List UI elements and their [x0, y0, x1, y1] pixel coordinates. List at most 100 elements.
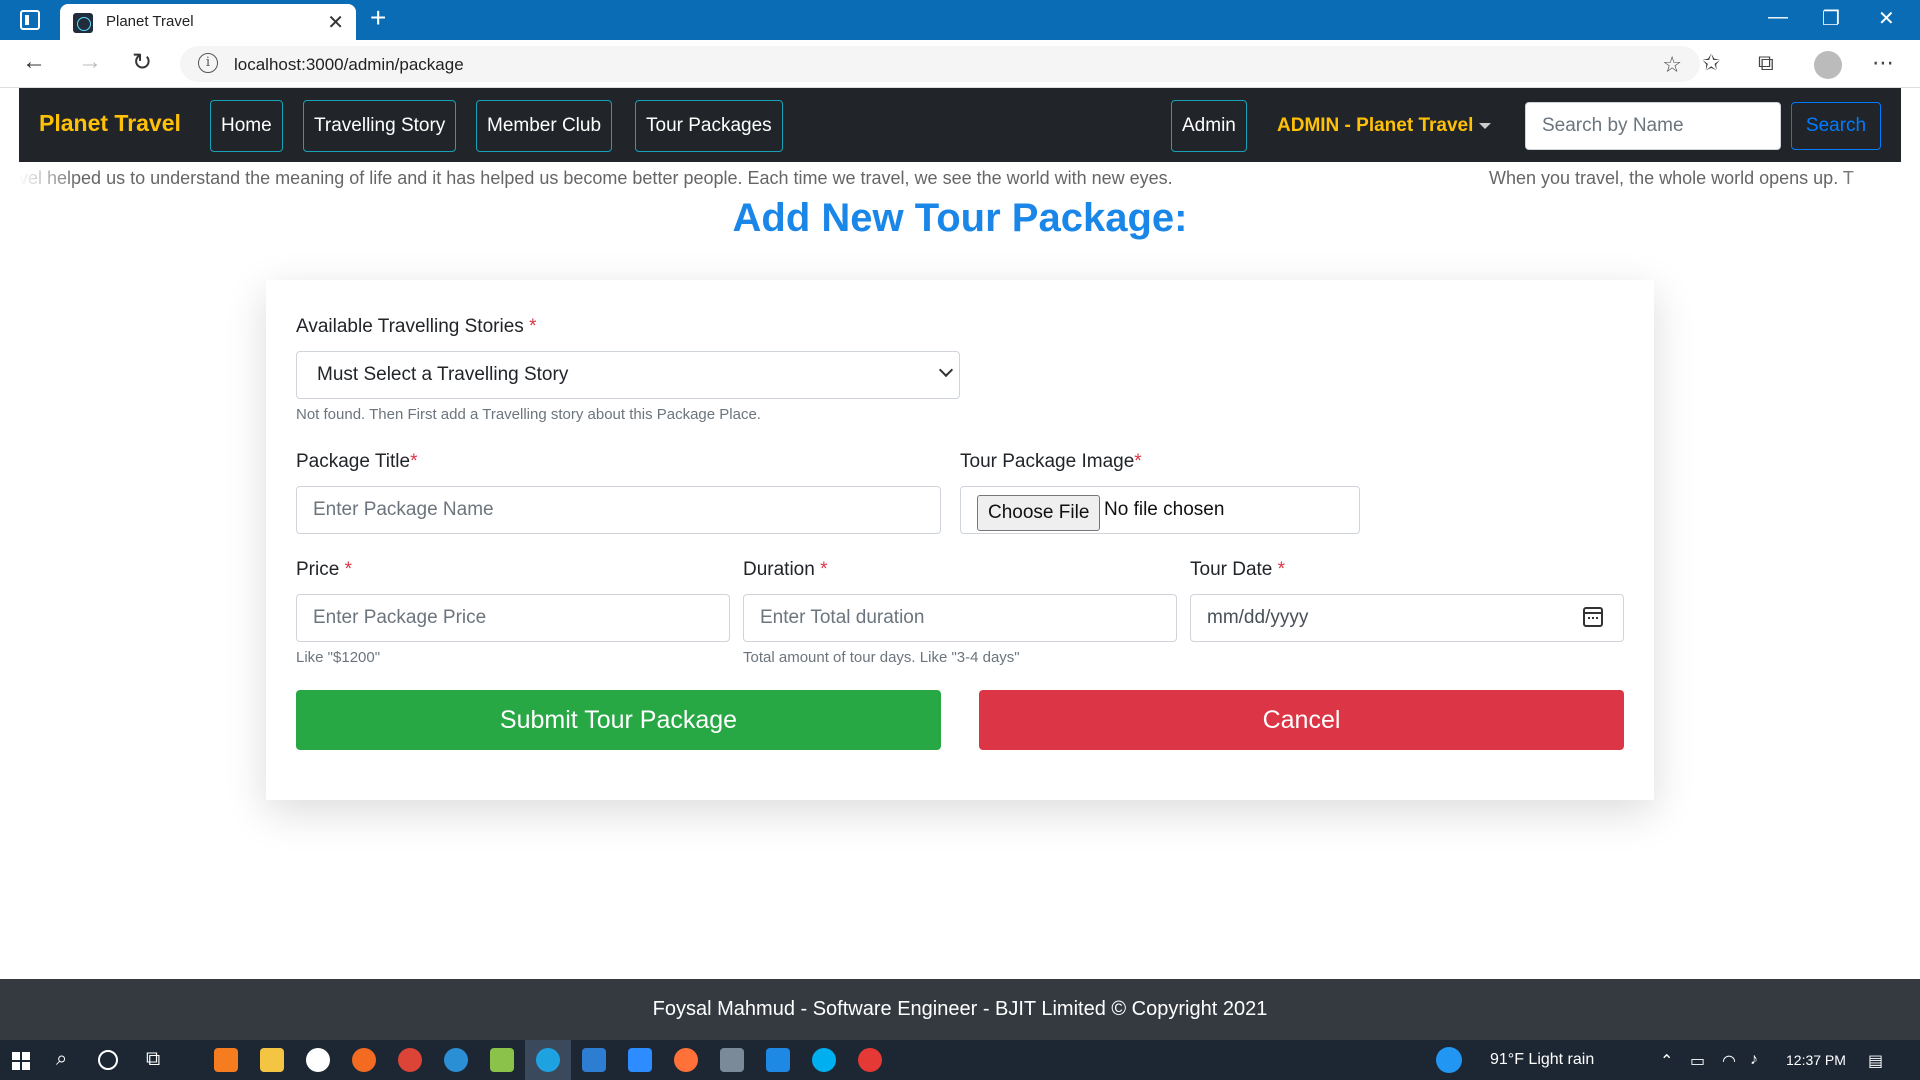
xampp-icon[interactable]: [214, 1048, 238, 1072]
price-label-text: Price: [296, 559, 340, 580]
tab-close-icon[interactable]: ✕: [327, 10, 344, 35]
wifi-icon[interactable]: ◠: [1722, 1051, 1736, 1071]
forward-icon[interactable]: →: [78, 48, 102, 76]
duration-input[interactable]: Enter Total duration: [743, 594, 1177, 642]
postman-icon[interactable]: [352, 1048, 376, 1072]
submit-tour-package-button[interactable]: Submit Tour Package: [296, 690, 941, 750]
choose-file-button[interactable]: Choose File: [977, 495, 1101, 531]
file-explorer-icon[interactable]: [260, 1048, 284, 1072]
package-title-label-text: Package Title: [296, 451, 411, 472]
close-window-icon[interactable]: ✕: [1878, 6, 1895, 31]
quote-marquee: vel helped us to understand the meaning …: [19, 164, 1901, 194]
nav-home[interactable]: Home: [210, 100, 283, 152]
tour-package-form: Available Travelling Stories * Must Sele…: [266, 280, 1654, 800]
required-mark: *: [1134, 451, 1142, 472]
price-label: Price *: [296, 559, 352, 581]
react-favicon-icon: [73, 13, 93, 33]
github-icon[interactable]: [306, 1048, 330, 1072]
date-placeholder: mm/dd/yyyy: [1207, 607, 1309, 628]
collections-icon[interactable]: ⧉: [1758, 50, 1774, 76]
restore-icon[interactable]: ❐: [1822, 6, 1840, 31]
browser-tab[interactable]: Planet Travel ✕: [60, 4, 356, 40]
minimize-icon[interactable]: —: [1768, 6, 1788, 29]
brand-logo[interactable]: Planet Travel: [39, 110, 181, 137]
package-title-label: Package Title*: [296, 451, 417, 473]
address-bar: ← → ↻ i localhost:3000/admin/package ☆ ✩…: [0, 40, 1920, 88]
required-mark: *: [1277, 559, 1286, 580]
duration-label: Duration *: [743, 559, 828, 581]
search-input[interactable]: Search by Name: [1525, 102, 1781, 150]
new-tab-button[interactable]: +: [370, 2, 386, 34]
task-view-icon[interactable]: ⧉: [146, 1048, 160, 1071]
help-icon[interactable]: [1436, 1047, 1462, 1073]
package-image-input[interactable]: Choose File No file chosen: [960, 486, 1360, 534]
profile-avatar[interactable]: [1814, 51, 1842, 79]
tour-date-label: Tour Date *: [1190, 559, 1285, 581]
marquee-text-left: vel helped us to understand the meaning …: [19, 168, 1173, 188]
duration-help: Total amount of tour days. Like "3-4 day…: [743, 649, 1020, 666]
tray-overflow-icon[interactable]: ⌃: [1660, 1051, 1673, 1071]
favorites-icon[interactable]: ✩: [1702, 50, 1720, 76]
edge-dev-icon[interactable]: [444, 1048, 468, 1072]
back-icon[interactable]: ←: [22, 48, 46, 76]
tour-date-input[interactable]: mm/dd/yyyy: [1190, 594, 1624, 642]
battery-icon[interactable]: ▭: [1690, 1051, 1705, 1071]
package-title-input[interactable]: Enter Package Name: [296, 486, 941, 534]
browser-titlebar: Planet Travel ✕ + — ❐ ✕: [0, 0, 1920, 40]
notepad-icon[interactable]: [490, 1048, 514, 1072]
search-button[interactable]: Search: [1791, 102, 1881, 150]
skype-icon[interactable]: [812, 1048, 836, 1072]
firefox-icon[interactable]: [674, 1048, 698, 1072]
page-footer: Foysal Mahmud - Software Engineer - BJIT…: [0, 979, 1920, 1040]
calculator-icon[interactable]: [720, 1048, 744, 1072]
chevron-down-icon: [938, 362, 954, 378]
more-menu-icon[interactable]: ⋯: [1872, 50, 1894, 76]
tour-date-label-text: Tour Date: [1190, 559, 1273, 580]
site-info-icon[interactable]: i: [198, 53, 218, 73]
cancel-button[interactable]: Cancel: [979, 690, 1624, 750]
cortana-icon[interactable]: [98, 1050, 118, 1070]
url-field[interactable]: i localhost:3000/admin/package ☆: [180, 46, 1700, 82]
tab-actions-icon[interactable]: [20, 10, 40, 30]
page-title: Add New Tour Package:: [732, 196, 1188, 240]
site-navbar: Planet Travel Home Travelling Story Memb…: [19, 88, 1901, 162]
anydesk-icon[interactable]: [858, 1048, 882, 1072]
refresh-icon[interactable]: ↻: [132, 48, 152, 77]
calendar-icon[interactable]: [1583, 607, 1603, 627]
weather-widget[interactable]: 91°F Light rain: [1490, 1051, 1594, 1069]
mail-icon[interactable]: [766, 1048, 790, 1072]
vscode-icon[interactable]: [582, 1048, 606, 1072]
nav-travelling-story[interactable]: Travelling Story: [303, 100, 457, 152]
package-image-label-text: Tour Package Image: [960, 451, 1135, 472]
stories-label-text: Available Travelling Stories: [296, 316, 524, 337]
required-mark: *: [410, 451, 418, 472]
package-image-label: Tour Package Image*: [960, 451, 1142, 473]
stories-help: Not found. Then First add a Travelling s…: [296, 406, 761, 423]
tab-title: Planet Travel: [106, 13, 194, 30]
stories-label: Available Travelling Stories *: [296, 316, 536, 338]
admin-dropdown[interactable]: ADMIN - Planet Travel: [1277, 115, 1492, 137]
notifications-icon[interactable]: ▤: [1868, 1051, 1883, 1071]
windows-taskbar: ⌕ ⧉ 91°F Light rain ⌃ ▭ ◠ ♪ 12:37 PM ▤: [0, 1040, 1920, 1080]
file-status: No file chosen: [1104, 499, 1225, 520]
caret-down-icon: [1479, 122, 1492, 129]
price-input[interactable]: Enter Package Price: [296, 594, 730, 642]
search-icon[interactable]: ⌕: [56, 1048, 67, 1071]
nav-admin[interactable]: Admin: [1171, 100, 1247, 152]
clock[interactable]: 12:37 PM: [1786, 1052, 1846, 1068]
volume-icon[interactable]: ♪: [1750, 1051, 1758, 1069]
url-text: localhost:3000/admin/package: [234, 55, 464, 74]
nav-tour-packages[interactable]: Tour Packages: [635, 100, 783, 152]
chrome-icon[interactable]: [398, 1048, 422, 1072]
edge-icon[interactable]: [536, 1048, 560, 1072]
zoom-icon[interactable]: [628, 1048, 652, 1072]
add-favorite-icon[interactable]: ☆: [1662, 52, 1682, 78]
admin-dropdown-label: ADMIN - Planet Travel: [1277, 115, 1474, 136]
duration-label-text: Duration: [743, 559, 815, 580]
stories-selected-value: Must Select a Travelling Story: [317, 364, 569, 385]
nav-member-club[interactable]: Member Club: [476, 100, 613, 152]
required-mark: *: [529, 316, 537, 337]
stories-select[interactable]: Must Select a Travelling Story: [296, 351, 960, 399]
required-mark: *: [820, 559, 828, 580]
windows-start-icon[interactable]: [12, 1052, 30, 1070]
